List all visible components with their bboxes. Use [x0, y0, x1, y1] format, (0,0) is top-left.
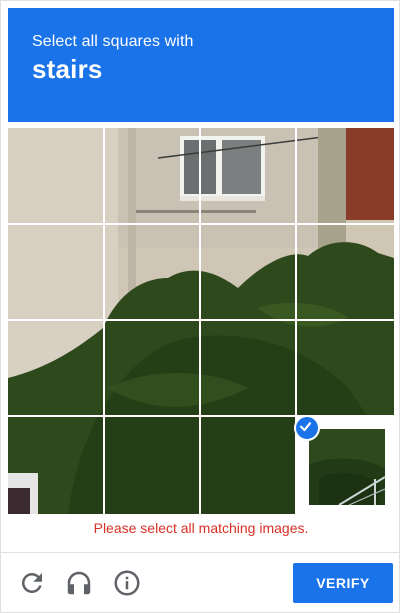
target-label: stairs [32, 54, 103, 84]
tile-thumbnail [309, 429, 385, 505]
tile-r1-c2[interactable] [105, 128, 199, 222]
tile-r4-c1[interactable] [8, 417, 102, 511]
tile-r1-c3[interactable] [201, 128, 295, 222]
tile-r4-c4[interactable] [294, 415, 394, 514]
tile-r3-c4[interactable] [297, 321, 391, 415]
tile-r2-c2[interactable] [105, 225, 199, 319]
info-icon[interactable] [112, 568, 142, 598]
tile-r3-c2[interactable] [105, 321, 199, 415]
tile-r4-c3[interactable] [201, 417, 295, 511]
tile-r1-c4[interactable] [297, 128, 391, 222]
checkmark-icon [294, 415, 320, 441]
tile-r3-c3[interactable] [201, 321, 295, 415]
instruction-text: Select all squares with [32, 33, 194, 50]
error-message: Please select all matching images. [93, 520, 309, 536]
tile-r2-c3[interactable] [201, 225, 295, 319]
reload-icon[interactable] [17, 568, 47, 598]
image-grid [8, 128, 394, 514]
tile-r2-c1[interactable] [8, 225, 102, 319]
tile-r4-c2[interactable] [105, 417, 199, 511]
tile-r2-c4[interactable] [297, 225, 391, 319]
audio-icon[interactable] [64, 568, 94, 598]
tile-r1-c1[interactable] [8, 128, 102, 222]
captcha-challenge: Select all squares with stairs Please se… [0, 0, 400, 613]
tile-r3-c1[interactable] [8, 321, 102, 415]
verify-button[interactable]: VERIFY [293, 563, 393, 603]
footer-divider [1, 552, 400, 553]
challenge-header: Select all squares with stairs [8, 8, 394, 122]
